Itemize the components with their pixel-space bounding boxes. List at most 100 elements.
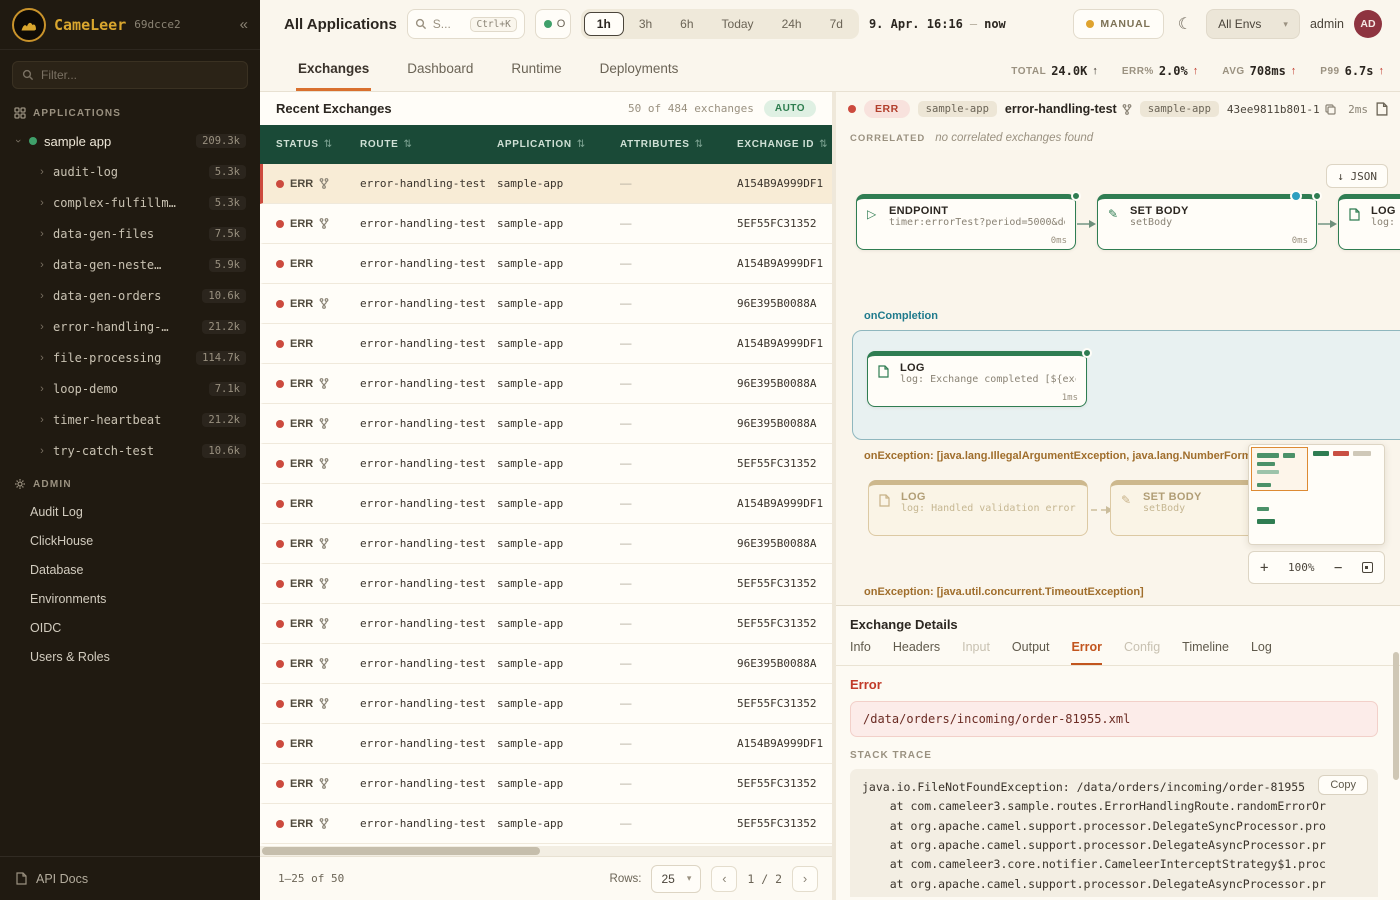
flow-node-log[interactable]: LOG log: Sta — [1338, 194, 1400, 250]
column-header-attributes[interactable]: ATTRIBUTES⇅ — [620, 139, 737, 150]
fork-icon — [319, 298, 329, 309]
tab-runtime[interactable]: Runtime — [509, 61, 563, 91]
column-header-exchange-id[interactable]: EXCHANGE ID⇅ — [737, 139, 832, 150]
details-tab-timeline[interactable]: Timeline — [1182, 640, 1229, 665]
sidebar-route-loop-demo[interactable]: ›loop-demo7.1k — [0, 373, 260, 404]
online-status-toggle[interactable]: O — [535, 9, 571, 39]
stack-trace-line: at org.apache.camel.support.processor.De… — [862, 875, 1366, 894]
main-area: All Applications S... Ctrl+K O 1h3h6hTod… — [260, 0, 1400, 900]
details-tab-headers[interactable]: Headers — [893, 640, 940, 665]
table-row[interactable]: ERRerror-handling-testsample-app—A154B9A… — [260, 724, 832, 764]
vertical-scrollbar-thumb[interactable] — [1393, 652, 1399, 780]
table-row[interactable]: ERRerror-handling-testsample-app—5EF55FC… — [260, 604, 832, 644]
details-tab-log[interactable]: Log — [1251, 640, 1272, 665]
application-cell: sample-app — [497, 457, 620, 470]
flow-node-setbody[interactable]: ✎ SET BODY setBody 0ms — [1097, 194, 1317, 250]
column-header-route[interactable]: ROUTE⇅ — [360, 139, 497, 150]
filter-input[interactable]: Filter... — [12, 61, 248, 89]
sidebar-admin-database[interactable]: Database — [0, 555, 260, 584]
environment-select[interactable]: All Envs ▾ — [1206, 9, 1300, 39]
flow-node-completion-log[interactable]: LOG log: Exchange completed [${exchan 1m… — [867, 351, 1087, 407]
manual-refresh-button[interactable]: MANUAL — [1073, 9, 1163, 39]
table-row[interactable]: ERRerror-handling-testsample-app—5EF55FC… — [260, 444, 832, 484]
zoom-out-button[interactable]: − — [1334, 560, 1342, 576]
sidebar-route-data-gen-files[interactable]: ›data-gen-files7.5k — [0, 218, 260, 249]
time-range-3h[interactable]: 3h — [626, 12, 665, 36]
table-row[interactable]: ERRerror-handling-testsample-app—96E395B… — [260, 524, 832, 564]
sidebar-admin-audit-log[interactable]: Audit Log — [0, 497, 260, 526]
sidebar-app-sample-app[interactable]: › sample app 209.3k — [0, 126, 260, 156]
route-cell: error-handling-test — [360, 417, 497, 430]
download-json-button[interactable]: ↓ JSON — [1326, 164, 1388, 188]
minimap[interactable] — [1248, 444, 1385, 545]
table-row[interactable]: ERRerror-handling-testsample-app—5EF55FC… — [260, 684, 832, 724]
flow-canvas[interactable]: ↓ JSON ▷ ENDPOINT timer:errorTest?period… — [836, 150, 1400, 605]
zoom-in-button[interactable]: + — [1260, 560, 1268, 576]
date-range-control[interactable]: 9. Apr. 16:16 – now — [869, 17, 1006, 31]
time-range-6h[interactable]: 6h — [667, 12, 706, 36]
table-row[interactable]: ERRerror-handling-testsample-app—A154B9A… — [260, 164, 832, 204]
moon-icon[interactable]: ☾ — [1174, 14, 1196, 34]
on-exception-label: onException: [java.util.concurrent.Timeo… — [864, 586, 1144, 598]
sidebar-route-complex-fulfillm[interactable]: ›complex-fulfillm…5.3k — [0, 187, 260, 218]
rows-per-page-select[interactable]: 25 ▾ — [651, 865, 701, 893]
exchange-id-cell: 96E395B0088A — [737, 377, 832, 390]
time-range-24h[interactable]: 24h — [769, 12, 815, 36]
tab-deployments[interactable]: Deployments — [598, 61, 681, 91]
tab-dashboard[interactable]: Dashboard — [405, 61, 475, 91]
sidebar-admin-users-roles[interactable]: Users & Roles — [0, 642, 260, 671]
fork-icon — [319, 618, 329, 629]
fork-icon — [319, 538, 329, 549]
details-tabs: InfoHeadersInputOutputErrorConfigTimelin… — [836, 640, 1400, 666]
table-row[interactable]: ERRerror-handling-testsample-app—5EF55FC… — [260, 764, 832, 804]
copy-icon[interactable] — [1325, 104, 1336, 115]
sidebar-admin-environments[interactable]: Environments — [0, 584, 260, 613]
table-row[interactable]: ERRerror-handling-testsample-app—5EF55FC… — [260, 564, 832, 604]
column-header-application[interactable]: APPLICATION⇅ — [497, 139, 620, 150]
horizontal-scrollbar-thumb[interactable] — [262, 847, 540, 855]
details-tab-info[interactable]: Info — [850, 640, 871, 665]
sidebar-route-data-gen-neste[interactable]: ›data-gen-neste…5.9k — [0, 249, 260, 280]
next-page-button[interactable]: › — [792, 866, 818, 892]
auto-refresh-badge[interactable]: AUTO — [764, 100, 816, 117]
stat-err: ERR%2.0%↑ — [1122, 64, 1198, 78]
sidebar-route-audit-log[interactable]: ›audit-log5.3k — [0, 156, 260, 187]
table-row[interactable]: ERRerror-handling-testsample-app—5EF55FC… — [260, 804, 832, 844]
sidebar-route-try-catch-test[interactable]: ›try-catch-test10.6k — [0, 435, 260, 466]
details-tab-output[interactable]: Output — [1012, 640, 1050, 665]
api-docs-link[interactable]: API Docs — [0, 856, 260, 900]
copy-button[interactable]: Copy — [1318, 775, 1368, 795]
on-completion-label: onCompletion — [864, 310, 938, 322]
keyboard-shortcut-badge: Ctrl+K — [470, 17, 516, 32]
sidebar-route-error-handling[interactable]: ›error-handling-…21.2k — [0, 311, 260, 342]
sidebar-admin-clickhouse[interactable]: ClickHouse — [0, 526, 260, 555]
table-row[interactable]: ERRerror-handling-testsample-app—96E395B… — [260, 404, 832, 444]
time-range-1h[interactable]: 1h — [584, 12, 624, 36]
sidebar-collapse-button[interactable]: « — [240, 16, 248, 33]
table-row[interactable]: ERRerror-handling-testsample-app—A154B9A… — [260, 484, 832, 524]
tab-exchanges[interactable]: Exchanges — [296, 61, 371, 91]
time-range-today[interactable]: Today — [709, 12, 767, 36]
fit-view-icon[interactable] — [1362, 562, 1373, 573]
log-document-button[interactable] — [1376, 102, 1388, 116]
sidebar-route-data-gen-orders[interactable]: ›data-gen-orders10.6k — [0, 280, 260, 311]
sidebar-admin-oidc[interactable]: OIDC — [0, 613, 260, 642]
table-row[interactable]: ERRerror-handling-testsample-app—A154B9A… — [260, 324, 832, 364]
search-input[interactable]: S... Ctrl+K — [407, 9, 525, 39]
sidebar-route-file-processing[interactable]: ›file-processing114.7k — [0, 342, 260, 373]
table-row[interactable]: ERRerror-handling-testsample-app—96E395B… — [260, 284, 832, 324]
route-cell: error-handling-test — [360, 497, 497, 510]
time-range-7d[interactable]: 7d — [817, 12, 856, 36]
details-tab-error[interactable]: Error — [1071, 640, 1102, 665]
table-row[interactable]: ERRerror-handling-testsample-app—96E395B… — [260, 364, 832, 404]
table-row[interactable]: ERRerror-handling-testsample-app—5EF55FC… — [260, 204, 832, 244]
table-row[interactable]: ERRerror-handling-testsample-app—A154B9A… — [260, 244, 832, 284]
avatar[interactable]: AD — [1354, 10, 1382, 38]
table-row[interactable]: ERRerror-handling-testsample-app—96E395B… — [260, 644, 832, 684]
status-cell: ERR — [276, 698, 360, 710]
flow-node-exception-log[interactable]: LOG log: Handled validation error: ${exc… — [868, 480, 1088, 536]
previous-page-button[interactable]: ‹ — [711, 866, 737, 892]
sidebar-route-timer-heartbeat[interactable]: ›timer-heartbeat21.2k — [0, 404, 260, 435]
column-header-status[interactable]: STATUS⇅ — [276, 139, 360, 150]
flow-node-endpoint[interactable]: ▷ ENDPOINT timer:errorTest?period=5000&d… — [856, 194, 1076, 250]
